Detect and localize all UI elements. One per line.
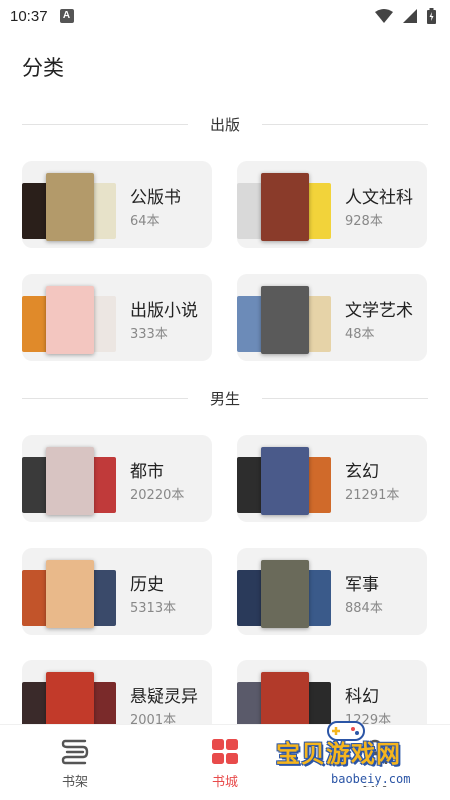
book-cover	[22, 682, 48, 724]
section-header-publish: 出版	[22, 113, 429, 135]
divider	[262, 123, 429, 125]
book-cover	[237, 570, 263, 626]
book-covers	[237, 672, 335, 724]
category-card[interactable]: 公版书 64本	[22, 161, 212, 248]
category-card[interactable]: 科幻 1229本	[237, 660, 427, 724]
book-cover	[237, 296, 263, 352]
section-label: 男生	[210, 389, 241, 408]
bookstore-grid-icon	[212, 739, 238, 764]
category-count: 20220本	[130, 488, 185, 503]
category-count: 333本	[130, 327, 168, 342]
category-card[interactable]: 文学艺术 48本	[237, 274, 427, 361]
book-cover	[237, 183, 263, 239]
book-cover	[261, 286, 309, 354]
category-list[interactable]: 出版 公版书 64本 人文社科 928本 出版小说 333本 文学艺术 48本 …	[0, 100, 450, 724]
category-count: 2001本	[130, 713, 177, 724]
category-count: 21291本	[345, 488, 400, 503]
book-cover	[261, 560, 309, 628]
book-cover	[22, 457, 48, 513]
page-title: 分类	[22, 56, 64, 80]
book-cover	[261, 447, 309, 515]
category-card[interactable]: 历史 5313本	[22, 548, 212, 635]
tab-bookshelf[interactable]: 书架	[0, 725, 150, 800]
watermark-text: 宝贝游戏网	[276, 740, 401, 768]
category-card[interactable]: 悬疑灵异 2001本	[22, 660, 212, 724]
category-name: 文学艺术	[345, 301, 413, 321]
section-header-male: 男生	[22, 387, 429, 409]
book-covers	[22, 286, 120, 354]
watermark: 宝贝游戏网 baobeiy.com	[262, 718, 432, 798]
tab-label: 书架	[61, 775, 88, 790]
book-cover	[261, 173, 309, 241]
category-card[interactable]: 都市 20220本	[22, 435, 212, 522]
notification-icon: A	[59, 9, 74, 23]
book-cover	[22, 296, 48, 352]
category-name: 玄幻	[345, 462, 379, 482]
book-covers	[237, 560, 335, 628]
book-covers	[22, 560, 120, 628]
category-card[interactable]: 人文社科 928本	[237, 161, 427, 248]
book-cover	[46, 286, 94, 354]
bookshelf-icon	[61, 739, 89, 765]
book-covers	[237, 173, 335, 241]
book-cover	[237, 457, 263, 513]
divider	[22, 397, 188, 399]
category-name: 人文社科	[345, 188, 413, 208]
category-card[interactable]: 出版小说 333本	[22, 274, 212, 361]
book-covers	[22, 447, 120, 515]
category-name: 都市	[130, 462, 164, 482]
divider	[22, 123, 188, 125]
category-name: 公版书	[130, 188, 181, 208]
signal-icon	[403, 9, 417, 23]
book-covers	[237, 286, 335, 354]
status-bar: 10:37 A	[0, 0, 450, 32]
wifi-icon	[375, 9, 393, 23]
category-card[interactable]: 军事 884本	[237, 548, 427, 635]
book-cover	[237, 682, 263, 724]
category-name: 悬疑灵异	[130, 687, 198, 707]
watermark-url: baobeiy.com	[328, 772, 414, 786]
category-count: 48本	[345, 327, 375, 342]
section-label: 出版	[210, 115, 241, 134]
category-card[interactable]: 玄幻 21291本	[237, 435, 427, 522]
book-cover	[46, 672, 94, 724]
category-name: 军事	[345, 575, 379, 595]
category-count: 884本	[345, 601, 383, 616]
book-covers	[22, 173, 120, 241]
book-cover	[261, 672, 309, 724]
book-cover	[22, 183, 48, 239]
status-time: 10:37	[10, 7, 48, 25]
category-name: 出版小说	[130, 301, 198, 321]
book-cover	[22, 570, 48, 626]
tab-label: 书城	[211, 775, 238, 790]
battery-icon	[427, 8, 436, 24]
book-cover	[46, 560, 94, 628]
category-name: 历史	[130, 575, 164, 595]
divider	[262, 397, 429, 399]
category-count: 64本	[130, 214, 160, 229]
book-cover	[46, 173, 94, 241]
book-cover	[46, 447, 94, 515]
category-count: 928本	[345, 214, 383, 229]
book-covers	[237, 447, 335, 515]
category-name: 科幻	[345, 687, 379, 707]
book-covers	[22, 672, 120, 724]
category-count: 5313本	[130, 601, 177, 616]
status-icons	[375, 8, 436, 24]
